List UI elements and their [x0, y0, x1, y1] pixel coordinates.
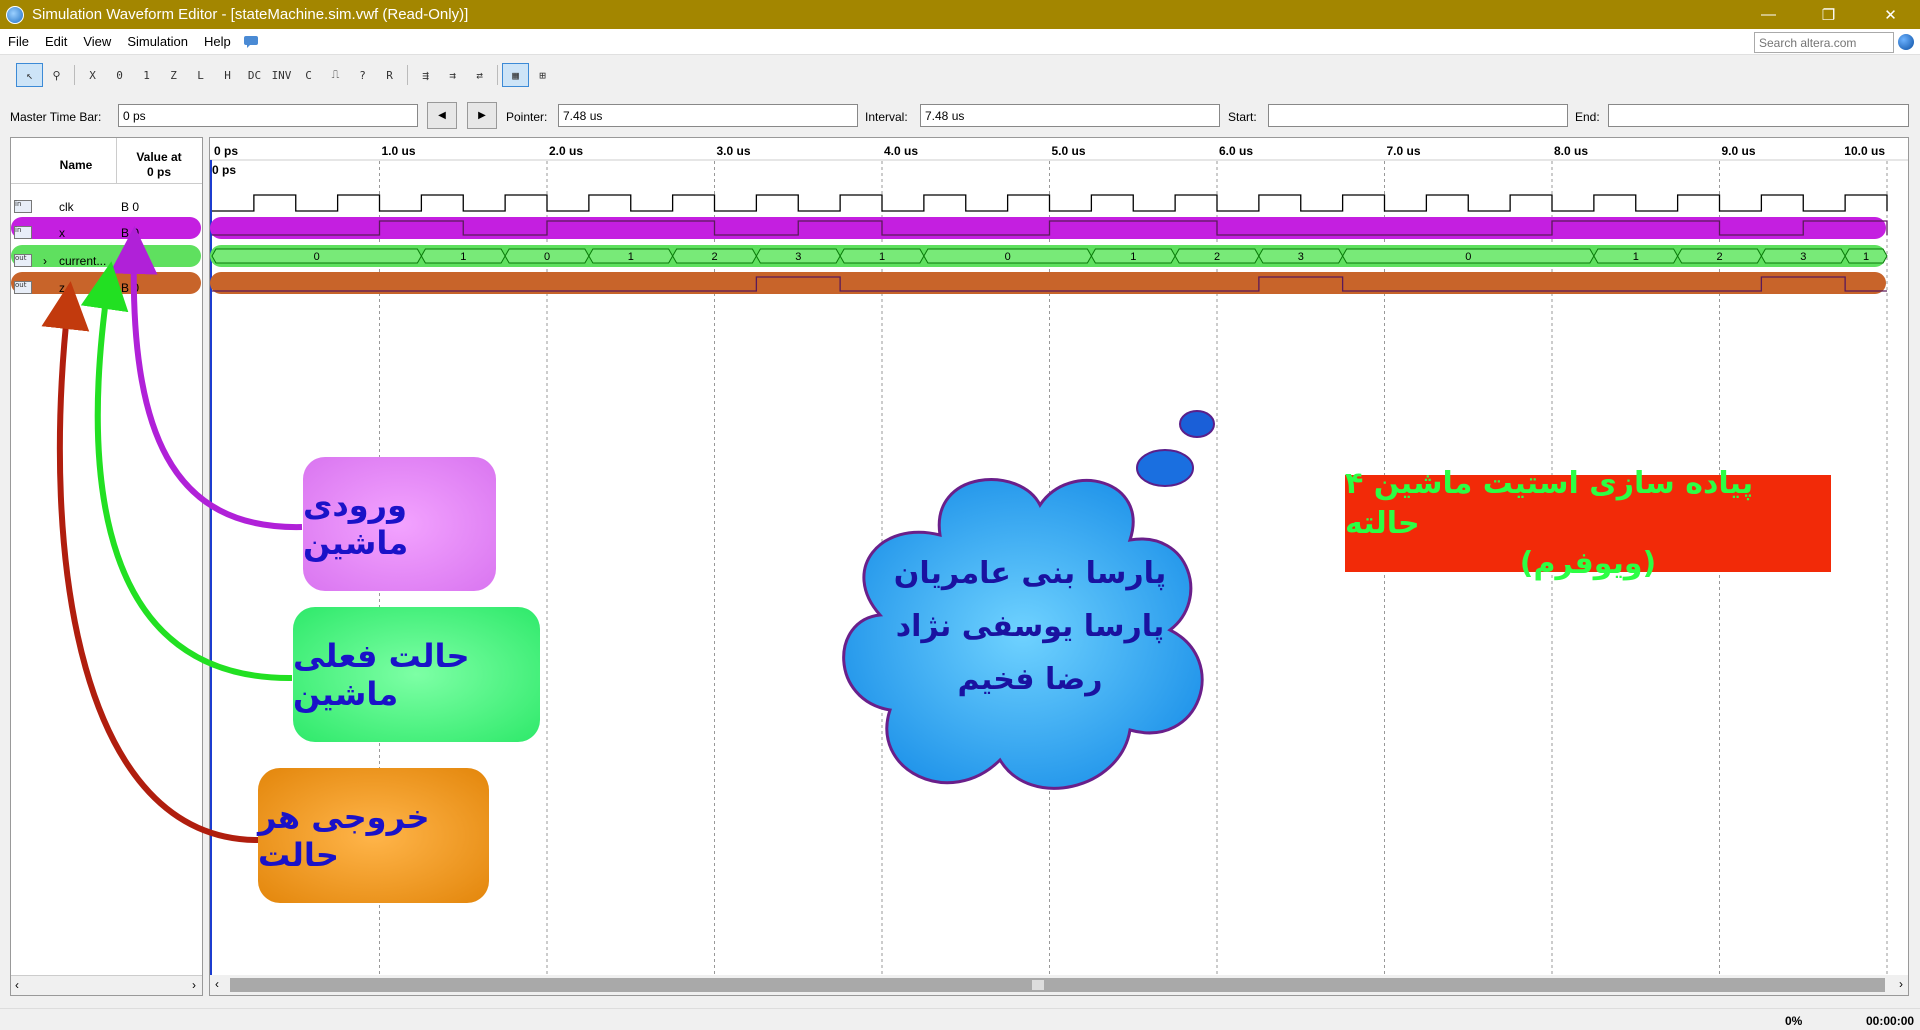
cloud-name-1: پارسا بنی عامریان — [894, 556, 1166, 591]
output-callout: خروجی هر حالت — [258, 768, 489, 903]
thought-bubble-small — [1179, 410, 1215, 438]
cloud-name-2: پارسا یوسفی نژاد — [896, 609, 1165, 644]
project-title-line1: پیاده سازی استیت ماشین ۴ حالته — [1345, 465, 1754, 541]
state-arrow — [80, 261, 293, 682]
project-title-box: پیاده سازی استیت ماشین ۴ حالته (ویوفرم) — [1345, 466, 1831, 581]
thought-bubble-medium — [1136, 449, 1194, 487]
input-arrow — [109, 226, 303, 531]
project-title-line2: (ویوفرم) — [1519, 545, 1657, 581]
progress-status: 0% — [1785, 1014, 1803, 1028]
cloud-name-3: رضا فخیم — [957, 662, 1102, 697]
status-bar: 0% 00:00:00 — [0, 1008, 1920, 1030]
input-callout: ورودی ماشین — [303, 457, 496, 591]
state-callout: حالت فعلی ماشین — [293, 607, 540, 742]
output-arrow — [41, 281, 259, 843]
names-cloud: پارسا بنی عامریان پارسا یوسفی نژاد رضا ف… — [842, 410, 1215, 790]
elapsed-time-status: 00:00:00 — [1866, 1014, 1915, 1028]
